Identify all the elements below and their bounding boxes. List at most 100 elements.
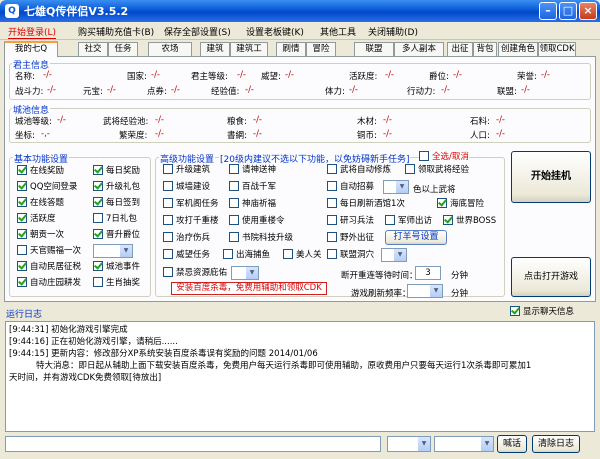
checkbox-label: 使用重楼令 xyxy=(242,216,285,226)
alliance-cave-select[interactable]: ▼ xyxy=(381,248,407,262)
checkbox-auto-manor[interactable]: 自动庄园耕发 xyxy=(17,277,81,290)
tab-create-role[interactable]: 创建角色 xyxy=(498,42,538,57)
checkbox-label: 军机阁任务 xyxy=(176,199,219,209)
account-settings-button[interactable]: 打羊号设置 xyxy=(385,230,447,245)
tab-my-qq[interactable]: 我的七Q xyxy=(4,41,58,57)
checkbox-hundred-battles[interactable]: 百战千军 xyxy=(229,181,276,194)
city-stone-label: 石料: xyxy=(470,117,490,127)
checkbox-daily-reward[interactable]: 每日奖励 xyxy=(93,165,140,178)
checkbox-forbidden-resource[interactable]: 禁忌资源庇佑 xyxy=(163,267,227,280)
chat-input[interactable] xyxy=(5,436,381,452)
checkbox-online-quiz[interactable]: 在线答题 xyxy=(17,197,64,210)
checkbox-beauty-pass[interactable]: 美人关 xyxy=(283,249,322,262)
checkbox-general-train[interactable]: 武将自动修炼 xyxy=(327,164,391,177)
checkbox-claim-general-exp[interactable]: 领取武将经验 xyxy=(405,164,469,177)
checkbox-sea-adventure[interactable]: 海底冒险 xyxy=(437,198,484,211)
checkbox-label: 每日刷新酒馆1次 xyxy=(340,199,405,209)
checkbox-heal-soldiers[interactable]: 治疗伤兵 xyxy=(163,232,210,245)
checkbox-box xyxy=(510,306,520,316)
menu-start-login[interactable]: 开始登录(L) xyxy=(8,25,57,39)
tab-social[interactable]: 社交 xyxy=(78,42,108,57)
tab-expedition[interactable]: 出征 xyxy=(447,42,473,57)
tab-alliance[interactable]: 联盟 xyxy=(354,42,394,57)
checkbox-auto-recruit[interactable]: 自动招募 xyxy=(327,181,374,194)
checkbox-label: 自动招募 xyxy=(340,182,375,192)
checkbox-daily-signin[interactable]: 每日签到 xyxy=(93,197,140,210)
city-exp-pool-value: -/- xyxy=(155,115,164,125)
checkbox-box xyxy=(17,197,27,207)
checkbox-show-chat[interactable]: 显示聊天信息 xyxy=(510,306,574,319)
checkbox-academy-tech[interactable]: 书院科技升级 xyxy=(229,232,293,245)
log-area[interactable]: [9:44:31] 初始化游戏引擎完成 [9:44:16] 正在初始化游戏引擎，… xyxy=(5,321,595,432)
checkbox-use-tower-token[interactable]: 使用重楼令 xyxy=(229,215,285,228)
close-button[interactable]: × xyxy=(579,2,597,20)
checkbox-box xyxy=(17,213,27,223)
maximize-button[interactable]: □ xyxy=(559,2,577,20)
reconnect-wait-input[interactable]: 3 xyxy=(415,266,441,280)
menu-save-settings[interactable]: 保存全部设置(S) xyxy=(164,25,231,38)
checkbox-box xyxy=(93,261,103,271)
checkbox-zodiac-draw[interactable]: 生肖抽奖 xyxy=(93,277,140,290)
menu-bar: 开始登录(L) 购买辅助充值卡(B) 保存全部设置(S) 设置老板键(K) 其他… xyxy=(0,22,600,40)
checkbox-box xyxy=(229,181,239,191)
checkbox-city-event[interactable]: 城池事件 xyxy=(93,261,140,274)
lord-action-label: 行动力: xyxy=(407,87,436,97)
tab-building[interactable]: 建筑 xyxy=(200,42,230,57)
menu-close-helper[interactable]: 关闭辅助(D) xyxy=(368,25,418,38)
checkbox-invite-gods[interactable]: 请神送神 xyxy=(229,164,276,177)
checkbox-box xyxy=(283,249,293,259)
shout-button[interactable]: 喊话 xyxy=(497,435,527,453)
tab-story[interactable]: 刷情 xyxy=(276,42,306,57)
chat-target-select[interactable]: ▼ xyxy=(434,436,494,452)
checkbox-advisor-visit[interactable]: 军师出访 xyxy=(385,215,432,228)
checkbox-alliance-cave[interactable]: 联盟洞穴 xyxy=(327,249,374,262)
checkbox-auto-tax[interactable]: 自动民居征税 xyxy=(17,261,81,274)
checkbox-activity[interactable]: 活跃度 xyxy=(17,213,56,226)
lord-exp-value: -/- xyxy=(245,85,254,95)
blessing-count-select[interactable]: ▼ xyxy=(93,244,133,258)
minimize-button[interactable]: – xyxy=(539,2,557,20)
chat-channel-select[interactable]: ▼ xyxy=(387,436,431,452)
start-hangup-button[interactable]: 开始挂机 xyxy=(511,151,591,203)
checkbox-prestige-task[interactable]: 威望任务 xyxy=(163,249,210,262)
checkbox-qzone-login[interactable]: QQ空间登录 xyxy=(17,181,77,194)
menu-buy-card[interactable]: 购买辅助充值卡(B) xyxy=(78,25,154,38)
checkbox-temple-pray[interactable]: 神庙祈福 xyxy=(229,198,276,211)
tab-bag[interactable]: 背包 xyxy=(473,42,497,57)
checkbox-7day-gift[interactable]: 7日礼包 xyxy=(93,213,137,226)
checkbox-levelup-gift[interactable]: 升级礼包 xyxy=(93,181,140,194)
checkbox-blessing-once[interactable]: 天官赐福一次 xyxy=(17,245,81,258)
menu-other-tools[interactable]: 其他工具 xyxy=(320,25,356,38)
checkbox-wall-build[interactable]: 城墙建设 xyxy=(163,181,210,194)
checkbox-promote-rank[interactable]: 晋升爵位 xyxy=(93,229,140,242)
tab-adventure[interactable]: 冒险 xyxy=(306,42,336,57)
tab-farm[interactable]: 农场 xyxy=(148,42,192,57)
checkbox-select-all[interactable]: 全选/取消 xyxy=(419,151,469,164)
recruit-color-select[interactable]: ▼ xyxy=(383,180,409,194)
checkbox-box xyxy=(327,249,337,259)
checkbox-study-tactics[interactable]: 研习兵法 xyxy=(327,215,374,228)
refresh-frequency-select[interactable]: ▼ xyxy=(407,284,443,298)
forbidden-resource-select[interactable]: ▼ xyxy=(231,266,259,280)
checkbox-military-tasks[interactable]: 军机阁任务 xyxy=(163,198,219,211)
checkbox-refresh-tavern[interactable]: 每日刷新酒馆1次 xyxy=(327,198,405,211)
checkbox-world-boss[interactable]: 世界BOSS xyxy=(443,215,496,228)
chevron-down-icon: ▼ xyxy=(430,285,442,297)
clear-log-button[interactable]: 清除日志 xyxy=(532,435,580,453)
checkbox-box xyxy=(17,181,27,191)
open-game-button[interactable]: 点击打开游戏 xyxy=(511,257,591,297)
checkbox-upgrade-building[interactable]: 升级建筑 xyxy=(163,164,210,177)
checkbox-tribute-once[interactable]: 朝贡一次 xyxy=(17,229,64,242)
checkbox-sea-fishing[interactable]: 出海捕鱼 xyxy=(223,249,270,262)
tab-claim-cdk[interactable]: 领取CDK xyxy=(538,42,576,57)
install-antivirus-button[interactable]: 安装百度杀毒，免费用辅助和领取CDK xyxy=(171,282,327,295)
checkbox-box xyxy=(229,164,239,174)
tab-bar: 我的七Q 社交 任务 农场 建筑 建筑工 刷情 冒险 联盟 多人副本 出征 背包… xyxy=(4,41,596,57)
tab-task[interactable]: 任务 xyxy=(108,42,138,57)
checkbox-field-expedition[interactable]: 野外出征 xyxy=(327,232,374,245)
checkbox-online-reward[interactable]: 在线奖励 xyxy=(17,165,64,178)
checkbox-attack-tower[interactable]: 攻打千重楼 xyxy=(163,215,219,228)
tab-multi-dungeon[interactable]: 多人副本 xyxy=(394,42,444,57)
tab-builder[interactable]: 建筑工 xyxy=(230,42,268,57)
menu-boss-key[interactable]: 设置老板键(K) xyxy=(246,25,304,38)
